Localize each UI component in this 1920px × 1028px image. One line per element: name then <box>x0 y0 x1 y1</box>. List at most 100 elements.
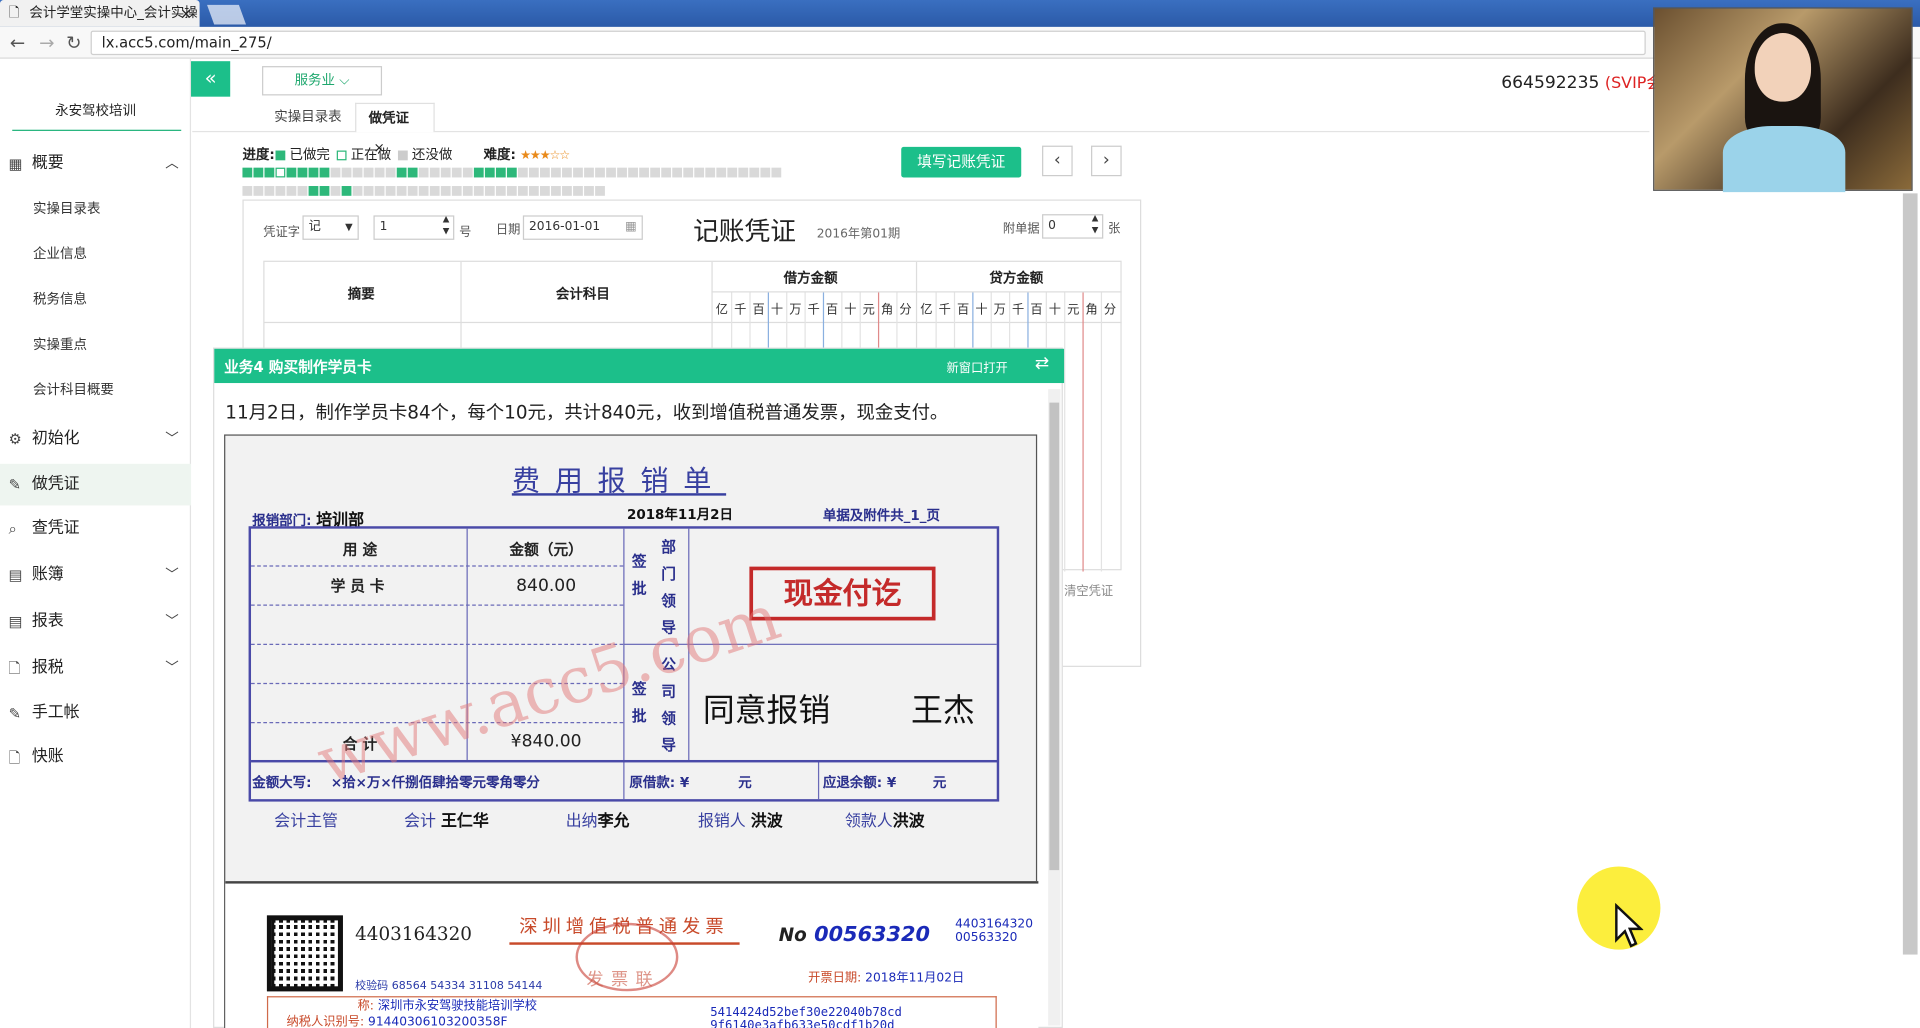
progress-cell[interactable] <box>308 167 319 178</box>
voucher-number-stepper[interactable]: 1 ▲ ▼ <box>373 213 455 240</box>
progress-cell[interactable] <box>495 167 506 178</box>
progress-cell[interactable] <box>418 186 429 196</box>
sidebar-item-init[interactable]: ⚙ 初始化 ﹀ <box>0 419 191 461</box>
prev-button[interactable]: ‹ <box>1042 145 1073 177</box>
reload-icon[interactable]: ↻ <box>66 32 81 54</box>
sidebar-item-reports[interactable]: ▤ 报表 ﹀ <box>0 601 191 643</box>
progress-cell[interactable] <box>330 186 341 196</box>
scrollbar-thumb[interactable] <box>1049 402 1060 871</box>
progress-cell[interactable] <box>429 167 440 178</box>
progress-cell[interactable] <box>319 167 330 178</box>
forward-arrow-icon[interactable]: → <box>39 32 54 54</box>
progress-cell[interactable] <box>418 167 429 178</box>
sidebar-item-quick-ledger[interactable]: 🗋 快账 <box>0 737 191 779</box>
progress-cell[interactable] <box>440 167 451 178</box>
voucher-word-select[interactable]: 记 ▼ <box>302 215 359 240</box>
progress-cell[interactable] <box>352 186 363 196</box>
stepper-arrows-icon[interactable]: ▲ ▼ <box>443 213 450 237</box>
progress-cell[interactable] <box>771 167 782 178</box>
progress-cell[interactable] <box>407 186 418 196</box>
progress-cell[interactable] <box>363 167 374 178</box>
progress-cell[interactable] <box>473 186 484 196</box>
progress-cell[interactable] <box>275 186 286 196</box>
progress-cell[interactable] <box>319 186 330 196</box>
stepper-arrows-icon[interactable]: ▲ ▼ <box>1092 212 1099 236</box>
progress-cell[interactable] <box>562 167 572 178</box>
sidebar-subitem-company[interactable]: 企业信息 <box>0 236 191 273</box>
progress-cell[interactable] <box>473 167 484 178</box>
clear-voucher-button[interactable]: 清空凭证 <box>1064 580 1113 598</box>
progress-cell[interactable] <box>297 167 308 178</box>
progress-cell[interactable] <box>330 167 341 178</box>
progress-cell[interactable] <box>451 186 462 196</box>
sidebar-subitem-subjects[interactable]: 会计科目概要 <box>0 372 191 409</box>
progress-cell[interactable] <box>595 186 605 196</box>
progress-cell[interactable] <box>506 167 517 178</box>
progress-cell[interactable] <box>705 167 716 178</box>
progress-cell[interactable] <box>341 167 352 178</box>
back-arrow-icon[interactable]: ← <box>10 32 25 54</box>
progress-cell[interactable] <box>363 186 374 196</box>
sidebar-item-tax-filing[interactable]: 🗋 报税 ﹀ <box>0 647 191 689</box>
tab-catalog[interactable]: 实操目录表 <box>262 103 354 132</box>
fill-voucher-button[interactable]: 填写记账凭证 <box>901 146 1022 178</box>
progress-cell[interactable] <box>517 167 528 178</box>
page-scrollbar[interactable] <box>1902 193 1918 955</box>
open-new-window-link[interactable]: 新窗口打开 <box>947 357 1008 375</box>
progress-cell[interactable] <box>385 167 396 178</box>
progress-cell[interactable] <box>517 186 528 196</box>
progress-cell[interactable] <box>683 167 694 178</box>
progress-cell[interactable] <box>396 167 407 178</box>
url-input[interactable]: lx.acc5.com/main_275/ <box>90 30 1646 56</box>
progress-cell[interactable] <box>286 186 297 196</box>
progress-cell[interactable] <box>385 186 396 196</box>
progress-cell[interactable] <box>738 167 749 178</box>
calendar-icon[interactable]: ▦ <box>625 217 637 239</box>
industry-dropdown[interactable]: 服务业 ⌵ <box>262 66 383 96</box>
progress-cell[interactable] <box>551 167 561 178</box>
progress-cell[interactable] <box>286 167 297 178</box>
progress-cell[interactable] <box>495 186 506 196</box>
progress-cell[interactable] <box>429 186 440 196</box>
progress-cell[interactable] <box>528 167 539 178</box>
progress-cell[interactable] <box>407 167 418 178</box>
close-tab-icon[interactable]: × <box>180 2 192 24</box>
progress-cell[interactable] <box>374 186 385 196</box>
progress-cell[interactable] <box>650 167 661 178</box>
progress-cell[interactable] <box>617 167 627 178</box>
progress-cell[interactable] <box>242 186 253 196</box>
tab-make-voucher[interactable]: 做凭证 × <box>355 102 435 155</box>
progress-cell[interactable] <box>462 167 473 178</box>
progress-cell[interactable] <box>694 167 705 178</box>
progress-cell[interactable] <box>374 167 385 178</box>
progress-cell[interactable] <box>573 167 583 178</box>
progress-cell[interactable] <box>595 167 605 178</box>
new-tab-button[interactable] <box>207 4 247 25</box>
progress-cell[interactable] <box>242 167 253 178</box>
progress-cell[interactable] <box>275 167 286 178</box>
sidebar-subitem-keypoints[interactable]: 实操重点 <box>0 327 191 364</box>
sidebar-item-search-voucher[interactable]: ⌕ 查凭证 <box>0 508 191 550</box>
progress-cell[interactable] <box>639 167 649 178</box>
progress-cell[interactable] <box>253 167 264 178</box>
progress-cell[interactable] <box>462 186 473 196</box>
progress-cell[interactable] <box>573 186 583 196</box>
progress-cell[interactable] <box>484 186 495 196</box>
progress-cell[interactable] <box>341 186 352 196</box>
sidebar-subitem-tax[interactable]: 税务信息 <box>0 281 191 318</box>
swap-icon[interactable]: ⇄ <box>1035 354 1049 374</box>
progress-cell[interactable] <box>506 186 517 196</box>
progress-cell[interactable] <box>716 167 727 178</box>
progress-cell[interactable] <box>440 186 451 196</box>
progress-cell[interactable] <box>540 186 550 196</box>
progress-cell[interactable] <box>253 186 264 196</box>
progress-cell[interactable] <box>584 167 594 178</box>
sidebar-item-overview[interactable]: ▦ 概要 ︿ <box>0 143 191 185</box>
browser-tab[interactable]: 🗋 会计学堂实操中心_会计实操 × <box>0 0 200 27</box>
sidebar-item-ledger[interactable]: ▤ 账簿 ﹀ <box>0 554 191 596</box>
progress-cell[interactable] <box>749 167 760 178</box>
progress-cell[interactable] <box>672 167 683 178</box>
progress-cell[interactable] <box>264 186 275 196</box>
progress-cell[interactable] <box>352 167 363 178</box>
progress-cell[interactable] <box>451 167 462 178</box>
